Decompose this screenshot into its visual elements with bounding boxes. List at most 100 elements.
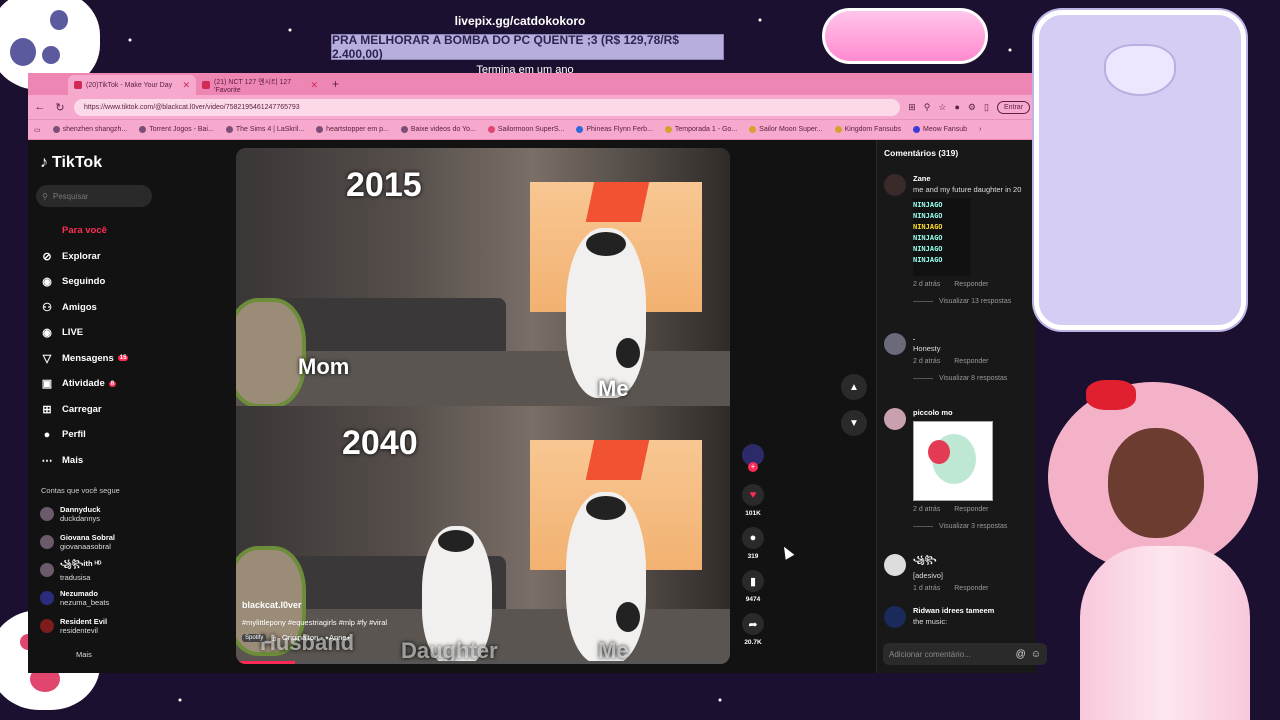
year-label-top: 2015 (346, 166, 422, 204)
reply-button[interactable]: Responder (954, 281, 988, 288)
bookmark-item[interactable]: Kingdom Fansubs (834, 126, 901, 133)
bookmark-item[interactable]: Sailor Moon Super... (749, 126, 823, 133)
avatar[interactable] (884, 174, 906, 196)
reply-button[interactable]: Responder (954, 585, 988, 592)
menu-item-explore[interactable]: ⊘ Explorar (40, 244, 128, 270)
comment-author[interactable]: Zane (913, 174, 1044, 183)
bookmark-item[interactable]: The Sims 4 | LaSkril... (225, 126, 304, 133)
activity-icon: ▣ (41, 378, 53, 391)
settings-icon[interactable]: ⚙ (968, 102, 976, 113)
globe-icon (400, 126, 408, 133)
bookmark-item[interactable]: heartstopper em p... (316, 126, 389, 133)
menu-item-upload[interactable]: ⊞ Carregar (40, 397, 128, 423)
sign-in-button[interactable]: Entrar (996, 100, 1030, 114)
avatar[interactable] (884, 554, 906, 576)
avatar[interactable] (884, 333, 906, 355)
video-hashtags[interactable]: #mylittlepony #equestriagirls #mlp #fy #… (242, 618, 572, 627)
see-more-link[interactable]: Mais (40, 640, 115, 668)
tab-tiktok[interactable]: (20)TikTok - Make Your Day ✕ (68, 75, 196, 95)
back-arrow-icon[interactable]: ← (34, 101, 46, 113)
translate-icon[interactable]: ⊞ (908, 102, 916, 113)
streamer-logo (822, 8, 988, 64)
menu-item-for-you[interactable]: Para você (40, 218, 128, 244)
menu-item-profile[interactable]: ● Perfil (40, 422, 128, 448)
comments-panel: Comentários (319) Zane me and my future … (876, 140, 1047, 673)
avatar[interactable] (884, 606, 906, 628)
save-button[interactable]: ▮ 9474 (742, 570, 764, 603)
bookmark-item[interactable]: shenzhen shangzh... (52, 126, 127, 133)
reload-icon[interactable]: ↻ (54, 101, 66, 114)
previous-video-chevron-up-icon[interactable]: ▲ (841, 374, 867, 400)
next-video-chevron-down-icon[interactable]: ▼ (841, 410, 867, 436)
menu-item-friends[interactable]: ⚇ Amigos (40, 295, 128, 321)
bookmark-item[interactable]: Baixe videos do Yo... (400, 126, 476, 133)
search-input[interactable]: ⚲ Pesquisar (36, 185, 152, 207)
comments-title: Comentários (319) (884, 148, 959, 158)
bookmark-item[interactable]: Sailormoon SuperS... (487, 126, 564, 133)
comment-input[interactable]: Adicionar comentário... @ ☺ (883, 643, 1047, 665)
more-dots-icon: ⋯ (41, 454, 53, 467)
comment-author[interactable]: Ridwan idrees tameem (913, 606, 1044, 615)
address-bar[interactable]: https://www.tiktok.com/@blackcat.l0ver/v… (74, 98, 901, 116)
mention-icon[interactable]: @ (1016, 649, 1026, 660)
bookmark-icon: ▮ (742, 570, 764, 592)
tiktok-sidebar: ♪ TikTok ⚲ Pesquisar Para você ⊘ Explorar… (28, 140, 228, 673)
reply-button[interactable]: Responder (954, 506, 988, 513)
reply-button[interactable]: Responder (954, 358, 988, 365)
following-account[interactable]: Dannyduck duckdannys (40, 500, 115, 528)
zoom-icon[interactable]: ⚲ (924, 102, 931, 113)
bookmark-folder-icon[interactable]: ▭ (34, 126, 41, 134)
comment-author[interactable]: ꧁꧂ (913, 554, 1044, 569)
comment-item: piccolo mo 2 d atrás Responder Visualizar… (884, 408, 1044, 530)
menu-item-messages[interactable]: ▽ Mensagens 15 (40, 346, 129, 372)
view-replies-button[interactable]: Visualizar 13 respostas (913, 298, 1044, 305)
following-account[interactable]: Nezumado nezuma_beats (40, 584, 115, 612)
video-caption: blackcat.l0ver #mylittlepony #equestriag… (242, 600, 572, 643)
phineas-icon (576, 126, 584, 133)
video-music[interactable]: Spotify ♫ Originalton - ⭑Anne⭑ (242, 633, 572, 643)
share-button[interactable]: ➦ 20.7K (742, 613, 764, 646)
bookmark-item[interactable]: Meow Fansub (913, 126, 967, 133)
globe-icon (52, 126, 60, 133)
avatar (40, 507, 54, 521)
bookmark-item[interactable]: Phineas Flynn Ferb... (576, 126, 653, 133)
tab-bar: (20)TikTok - Make Your Day ✕ (21) NCT 12… (28, 73, 1036, 95)
video-author[interactable]: blackcat.l0ver (242, 600, 572, 610)
tab-youtube[interactable]: (21) NCT 127 엔시티 127 'Favorite ✕ (196, 75, 324, 95)
avatar-face (1108, 428, 1204, 538)
view-replies-button[interactable]: Visualizar 8 respostas (913, 375, 1044, 382)
tiktok-page: ♪ TikTok ⚲ Pesquisar Para você ⊘ Explorar… (28, 140, 1047, 673)
comment-button[interactable]: ● 319 (742, 527, 764, 560)
star-icon[interactable]: ☆ (938, 102, 946, 113)
avatar[interactable] (884, 408, 906, 430)
menu-item-live[interactable]: ◉ LIVE (40, 320, 128, 346)
menu-item-activity[interactable]: ▣ Atividade 8 (40, 371, 128, 397)
menu-item-following[interactable]: ◉ Seguindo (40, 269, 128, 295)
bookmark-item[interactable]: Temporada 1 - Go... (664, 126, 737, 133)
profile-avatar-icon: ● (43, 428, 51, 441)
close-icon[interactable]: ✕ (310, 80, 318, 91)
folder-icon (664, 126, 672, 133)
menu-item-more[interactable]: ⋯ Mais (40, 448, 128, 474)
video-player[interactable]: 2015 Mom Me 2040 Husband Daughter Me bla… (236, 148, 730, 664)
tiktok-logo[interactable]: ♪ TikTok (40, 154, 102, 172)
comment-author[interactable]: . (913, 333, 1044, 342)
follow-plus-icon[interactable]: + (748, 462, 758, 472)
new-tab-button[interactable]: + (324, 77, 347, 95)
comment-author[interactable]: piccolo mo (913, 408, 1044, 417)
sidepanel-icon[interactable]: ▯ (984, 102, 989, 113)
following-account[interactable]: ꧁꧂ith ᴴᴰ tradusisa (40, 556, 115, 584)
live-icon: ◉ (42, 327, 52, 340)
close-icon[interactable]: ✕ (182, 80, 190, 91)
view-replies-button[interactable]: Visualizar 3 respostas (913, 523, 1044, 530)
spotify-badge[interactable]: Spotify (242, 634, 267, 642)
extension-icon[interactable]: ● (954, 102, 959, 113)
creator-avatar[interactable]: + (742, 444, 764, 472)
bookmark-item[interactable]: Torrent Jogos - Bai... (139, 126, 214, 133)
like-button[interactable]: ♥ 101K (742, 484, 764, 517)
video-progress-bar[interactable] (236, 661, 730, 664)
following-account[interactable]: Giovana Sobral giovanaasobral (40, 528, 115, 556)
save-count: 9474 (745, 596, 761, 603)
following-account[interactable]: Resident Evil residentevil (40, 612, 115, 640)
chevron-right-icon[interactable]: › (979, 126, 981, 133)
